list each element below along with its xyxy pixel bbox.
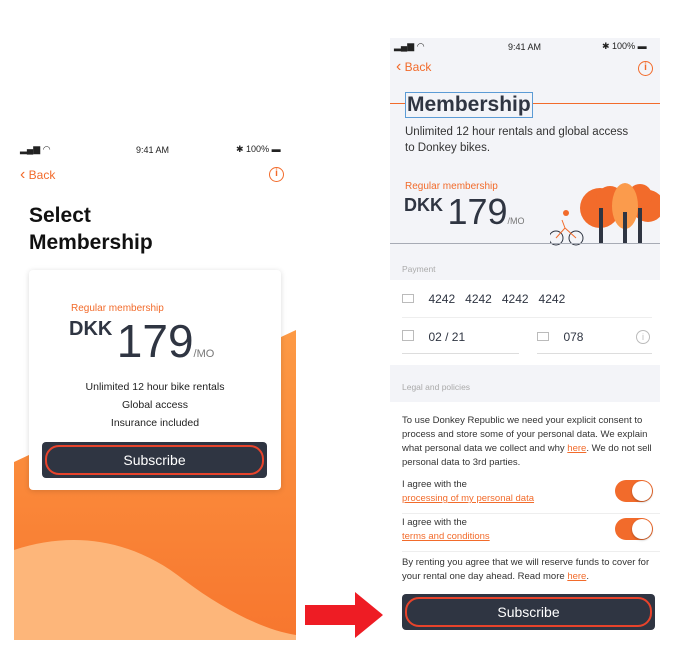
expiry-value: 02 / 21	[428, 330, 466, 344]
page-title: Select Membership	[29, 202, 153, 256]
cvc-info-icon[interactable]: i	[636, 330, 650, 344]
trees-cyclist-illustration	[550, 183, 660, 246]
right-screen: ▂▄▆ ◠ 9:41 AM ✱ 100% ▬ ‹ Back i Membersh…	[390, 38, 660, 640]
price-period: /MO	[193, 348, 215, 360]
funds-here-link[interactable]: here	[567, 571, 586, 582]
terms-toggle[interactable]	[615, 518, 653, 540]
back-button[interactable]: ‹ Back	[396, 58, 431, 76]
calendar-icon	[402, 330, 414, 341]
expiry-field[interactable]: 02 / 21	[402, 328, 519, 354]
agree-personal-data-row: I agree with the processing of my person…	[402, 478, 660, 514]
status-time: 9:41 AM	[136, 145, 170, 155]
description: Unlimited 12 hour rentals and global acc…	[405, 126, 629, 154]
back-button[interactable]: ‹ Back	[20, 166, 55, 184]
subscribe-label: Subscribe	[123, 452, 186, 468]
funds-tail: .	[586, 571, 589, 582]
chevron-left-icon: ‹	[20, 166, 26, 183]
currency: DKK	[69, 318, 113, 340]
privacy-here-link[interactable]: here	[567, 443, 586, 454]
consent-text: To use Donkey Republic we need your expl…	[402, 414, 657, 470]
card-number-value: 4242 4242 4242 4242	[428, 292, 566, 306]
personal-data-link[interactable]: processing of my personal data	[402, 493, 534, 504]
status-signal-icon: ▂▄▆ ◠	[20, 144, 51, 154]
card-icon	[402, 294, 414, 303]
ground-line	[390, 243, 660, 244]
card-number-field[interactable]: 4242 4242 4242 4242	[402, 290, 652, 318]
price: DKK 179/MO	[69, 314, 214, 368]
price-period: /MO	[507, 216, 525, 226]
cvc-value: 078	[563, 330, 584, 344]
battery-percent: 100%	[612, 41, 636, 51]
price: DKK 179/MO	[404, 191, 525, 233]
price-value: 179	[447, 191, 508, 232]
subscribe-button[interactable]: Subscribe	[402, 594, 655, 630]
funds-text: By renting you agree that we will reserv…	[402, 556, 657, 584]
title-line: Membership	[29, 231, 153, 254]
info-icon[interactable]: i	[638, 61, 653, 76]
legal-header-area: Legal and policies	[390, 365, 660, 402]
feature-item: Global access	[122, 399, 188, 411]
section-header-legal: Legal and policies	[402, 382, 471, 392]
status-battery: ✱ 100% ▬	[236, 144, 281, 154]
subscribe-label: Subscribe	[497, 604, 560, 620]
features-list: Unlimited 12 hour bike rentals Global ac…	[29, 378, 281, 432]
back-label: Back	[28, 168, 56, 182]
terms-link[interactable]: terms and conditions	[402, 531, 490, 542]
personal-data-toggle[interactable]	[615, 480, 653, 502]
section-header-payment: Payment	[402, 264, 436, 274]
info-icon[interactable]: i	[269, 167, 284, 182]
back-label: Back	[404, 60, 432, 74]
feature-item: Insurance included	[110, 417, 200, 429]
status-time: 9:41 AM	[508, 42, 542, 52]
cvc-card-icon	[537, 332, 549, 341]
feature-item: Unlimited 12 hour bike rentals	[85, 381, 225, 393]
funds-body: By renting you agree that we will reserv…	[402, 557, 650, 582]
price-value: 179	[116, 315, 194, 367]
page-title: Membership	[405, 92, 533, 118]
membership-card: Regular membership DKK 179/MO Unlimited …	[29, 270, 281, 490]
arrow-right-icon	[305, 592, 383, 638]
plan-label: Regular membership	[71, 303, 164, 314]
left-screen: ▂▄▆ ◠ 9:41 AM ✱ 100% ▬ ‹ Back i Select Me…	[14, 140, 296, 640]
chevron-left-icon: ‹	[396, 58, 402, 75]
battery-percent: 100%	[246, 144, 270, 154]
status-battery: ✱ 100% ▬	[602, 41, 647, 51]
agree-terms-row: I agree with the terms and conditions	[402, 516, 660, 552]
title-line: Select	[29, 204, 91, 227]
currency: DKK	[404, 195, 443, 215]
cvc-field[interactable]: 078 i	[537, 328, 652, 354]
status-signal-icon: ▂▄▆ ◠	[394, 41, 425, 51]
subscribe-button[interactable]: Subscribe	[42, 442, 267, 478]
